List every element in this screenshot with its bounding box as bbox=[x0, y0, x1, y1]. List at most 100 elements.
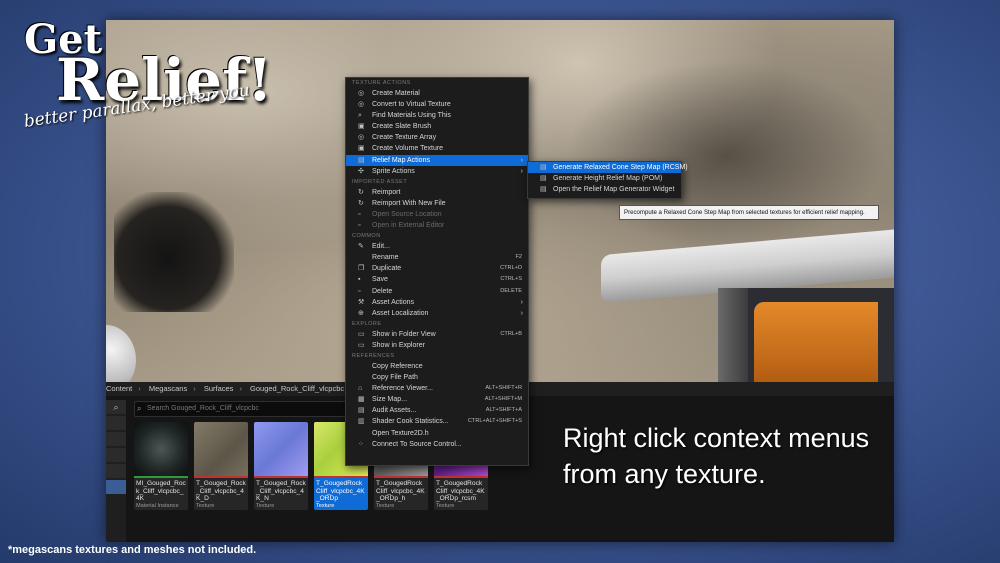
material-icon: ◎ bbox=[358, 90, 365, 97]
reimport-icon: ↻ bbox=[358, 188, 364, 196]
size-map-icon: ▦ bbox=[358, 396, 365, 404]
menu-generate-rcsm[interactable]: ▤ Generate Relaxed Cone Step Map (RCSM) bbox=[528, 162, 688, 174]
search-placeholder: Search Gouged_Rock_Cliff_vlcpcbc bbox=[147, 405, 259, 412]
menu-delete[interactable]: ▫ Delete DELETE bbox=[346, 286, 528, 297]
virtual-texture-icon: ◎ bbox=[358, 101, 365, 109]
brush-icon: ▣ bbox=[358, 123, 365, 131]
section-imported-asset: IMPORTED ASSET bbox=[352, 178, 408, 185]
menu-asset-actions[interactable]: ⚒ Asset Actions › bbox=[346, 297, 528, 308]
rock-shading bbox=[566, 60, 886, 250]
asset-name: T_Gouged_Rock_Cliff_vlcpcbc_4K_N bbox=[256, 480, 306, 503]
menu-convert-virtual-texture[interactable]: ◎ Convert to Virtual Texture bbox=[346, 99, 528, 110]
menu-audit-assets[interactable]: ▤ Audit Assets... ALT+SHIFT+A bbox=[346, 405, 528, 416]
asset-tile[interactable]: T_Gouged_Rock_Cliff_vlcpcbc_4K_D Texture bbox=[194, 422, 248, 510]
asset-tile[interactable]: MI_Gouged_Rock_Cliff_vlcpcbc_4K Material… bbox=[134, 422, 188, 510]
sources-toggle[interactable] bbox=[106, 416, 126, 430]
sources-item[interactable] bbox=[106, 432, 126, 446]
asset-thumbnail bbox=[134, 422, 188, 476]
reimport-icon: ↻ bbox=[358, 199, 364, 207]
section-references: REFERENCES bbox=[352, 352, 395, 359]
asset-name: MI_Gouged_Rock_Cliff_vlcpcbc_4K bbox=[136, 480, 186, 503]
reference-viewer-icon: ⌂ bbox=[358, 385, 363, 393]
shader-icon: ▥ bbox=[358, 418, 365, 426]
menu-generate-pom[interactable]: ▤ Generate Height Relief Map (POM) bbox=[528, 173, 681, 184]
mesh-object bbox=[718, 288, 894, 382]
relief-map-icon: ▤ bbox=[358, 156, 365, 164]
asset-thumbnail bbox=[254, 422, 308, 476]
menu-reference-viewer[interactable]: ⌂ Reference Viewer... ALT+SHIFT+R bbox=[346, 383, 528, 394]
menu-sprite-actions[interactable]: ✣ Sprite Actions › bbox=[346, 166, 528, 177]
section-explore: EXPLORE bbox=[352, 320, 382, 327]
volume-texture-icon: ▣ bbox=[358, 145, 365, 153]
breadcrumb-megascans[interactable]: Megascans bbox=[149, 384, 187, 393]
sources-item[interactable] bbox=[106, 448, 126, 462]
duplicate-icon: ❐ bbox=[358, 265, 365, 273]
menu-rename[interactable]: Rename F2 bbox=[346, 252, 528, 263]
menu-open-texture2d[interactable]: Open Texture2D.h bbox=[346, 428, 528, 439]
folder-icon: ▭ bbox=[358, 330, 365, 338]
menu-copy-reference[interactable]: Copy Reference bbox=[346, 361, 528, 372]
section-texture-actions: TEXTURE ACTIONS bbox=[352, 80, 411, 86]
sources-item-selected[interactable] bbox=[106, 480, 126, 494]
sources-panel: ⌕ bbox=[106, 400, 126, 542]
section-common: COMMON bbox=[352, 233, 381, 240]
texture-array-icon: ◎ bbox=[358, 134, 365, 142]
asset-name: T_GougedRock Cliff_vlcpcbc_4K_ORDp bbox=[316, 480, 365, 503]
audit-icon: ▤ bbox=[358, 407, 365, 415]
folder-icon: ▭ bbox=[358, 341, 365, 349]
asset-type: Material Instance bbox=[136, 503, 179, 509]
menu-shader-cook-statistics[interactable]: ▥ Shader Cook Statistics... CTRL+ALT+SHIFT… bbox=[346, 416, 528, 427]
asset-type: Texture bbox=[376, 503, 395, 509]
breadcrumb-content[interactable]: Content bbox=[106, 384, 132, 393]
menu-show-explorer[interactable]: ▭ Show in Explorer bbox=[346, 340, 528, 351]
breadcrumb-surfaces[interactable]: Surfaces bbox=[204, 384, 234, 393]
search-icon: ⌕ bbox=[358, 112, 362, 120]
menu-copy-file-path[interactable]: Copy File Path bbox=[346, 372, 528, 383]
menu-open-source-location: ▫ Open Source Location bbox=[346, 209, 528, 220]
save-icon: ▪ bbox=[358, 276, 361, 284]
context-menu: TEXTURE ACTIONS ◎ Create Material ◎ Conver… bbox=[345, 77, 529, 466]
breadcrumb-folder[interactable]: Gouged_Rock_Cliff_vlcpcbc bbox=[250, 384, 344, 393]
menu-create-material[interactable]: ◎ Create Material bbox=[346, 88, 528, 99]
relief-map-icon: ▤ bbox=[540, 164, 547, 171]
external-icon: ▫ bbox=[358, 222, 361, 230]
source-control-icon: ⁘ bbox=[358, 440, 364, 448]
asset-type: Texture bbox=[316, 503, 335, 509]
promo-caption: Right click context menus from any textu… bbox=[563, 420, 869, 492]
menu-save[interactable]: ▪ Save CTRL+S bbox=[346, 274, 528, 285]
menu-relief-map-actions[interactable]: ▤ Relief Map Actions › bbox=[346, 154, 528, 166]
search-icon[interactable]: ⌕ bbox=[106, 400, 126, 414]
menu-asset-localization[interactable]: ⊕ Asset Localization › bbox=[346, 308, 528, 319]
delete-icon: ▫ bbox=[358, 287, 361, 295]
menu-open-generator-widget[interactable]: ▤ Open the Relief Map Generator Widget bbox=[528, 184, 681, 195]
menu-show-folder-view[interactable]: ▭ Show in Folder View CTRL+B bbox=[346, 329, 528, 340]
asset-name: T_Gouged_Rock_Cliff_vlcpcbc_4K_D bbox=[196, 480, 246, 503]
cave-opening bbox=[114, 192, 234, 312]
asset-search-input[interactable]: ⌕ Search Gouged_Rock_Cliff_vlcpcbc bbox=[134, 401, 358, 417]
menu-create-texture-array[interactable]: ◎ Create Texture Array bbox=[346, 132, 528, 143]
asset-type: Texture bbox=[256, 503, 275, 509]
relief-map-icon: ▤ bbox=[540, 175, 547, 183]
menu-edit[interactable]: ✎ Edit... bbox=[346, 241, 528, 252]
chevron-right-icon: › bbox=[520, 156, 523, 164]
sources-item[interactable] bbox=[106, 464, 126, 478]
menu-reimport-new-file[interactable]: ↻ Reimport With New File bbox=[346, 198, 528, 209]
menu-find-materials[interactable]: ⌕ Find Materials Using This bbox=[346, 110, 528, 121]
sprite-icon: ✣ bbox=[358, 167, 364, 175]
menu-open-external-editor: ▫ Open in External Editor bbox=[346, 220, 528, 231]
asset-tile[interactable]: T_Gouged_Rock_Cliff_vlcpcbc_4K_N Texture bbox=[254, 422, 308, 510]
menu-connect-source-control[interactable]: ⁘ Connect To Source Control... bbox=[346, 439, 528, 450]
menu-duplicate[interactable]: ❐ Duplicate CTRL+D bbox=[346, 263, 528, 274]
asset-thumbnail bbox=[194, 422, 248, 476]
relief-map-submenu: ▤ Generate Relaxed Cone Step Map (RCSM) ▤… bbox=[527, 161, 688, 199]
caption-line-1: Right click context menus bbox=[563, 423, 870, 453]
menu-reimport[interactable]: ↻ Reimport bbox=[346, 187, 528, 198]
chevron-right-icon: › bbox=[520, 298, 523, 306]
menu-size-map[interactable]: ▦ Size Map... ALT+SHIFT+M bbox=[346, 394, 528, 405]
widget-icon: ▤ bbox=[540, 186, 547, 194]
menu-create-slate-brush[interactable]: ▣ Create Slate Brush bbox=[346, 121, 528, 132]
asset-type: Texture bbox=[436, 503, 455, 509]
menu-create-volume-texture[interactable]: ▣ Create Volume Texture bbox=[346, 143, 528, 154]
chevron-right-icon: › bbox=[520, 309, 523, 317]
wrench-icon: ⚒ bbox=[358, 298, 365, 306]
